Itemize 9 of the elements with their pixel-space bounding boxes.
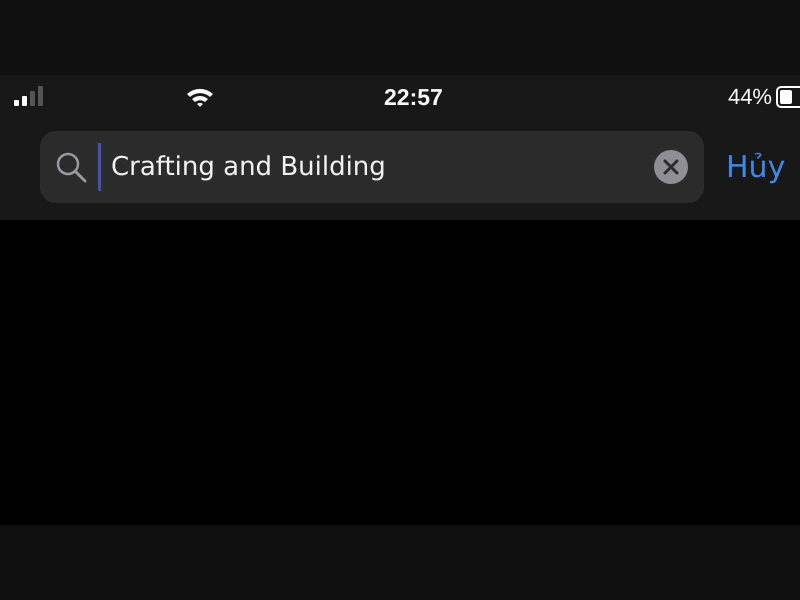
battery-icon (776, 86, 800, 108)
clock-time: 22:57 (384, 84, 444, 110)
clear-icon[interactable] (654, 150, 688, 184)
search-icon (54, 150, 88, 184)
wifi-icon (186, 86, 214, 108)
cancel-button[interactable]: Hủy (726, 150, 786, 184)
search-query: Crafting and Building (111, 152, 387, 182)
battery-percentage: 44% (728, 84, 772, 110)
search-field[interactable]: Crafting and Building (40, 131, 704, 203)
